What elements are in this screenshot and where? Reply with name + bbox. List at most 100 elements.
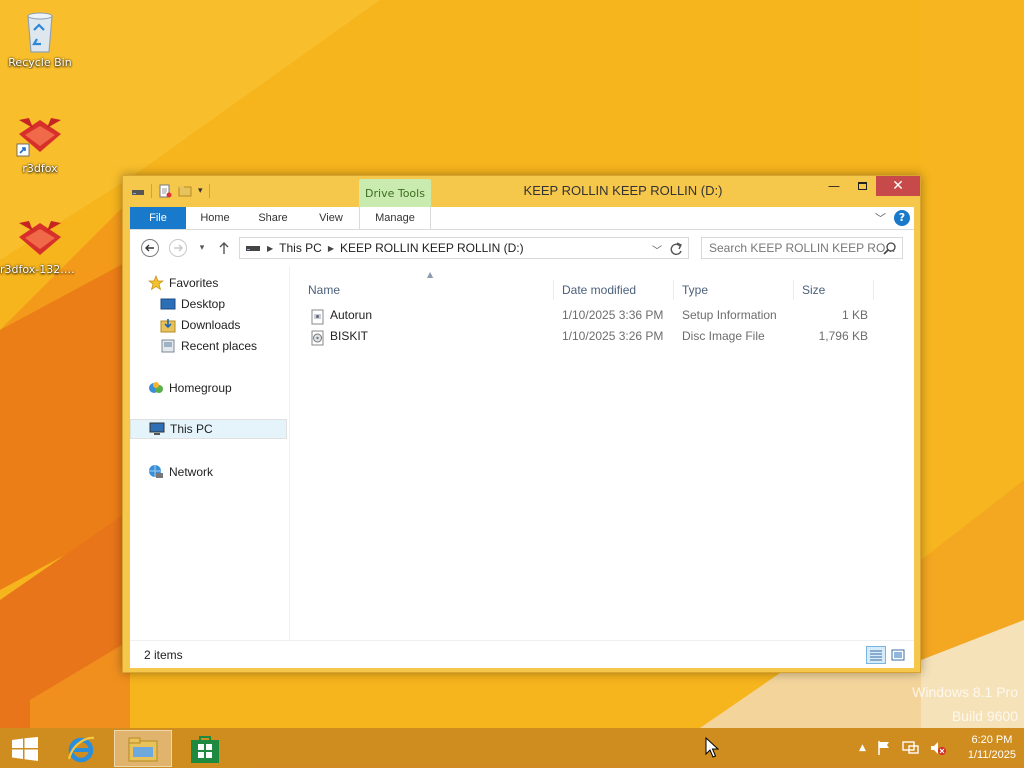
column-header-name[interactable]: Name: [300, 280, 554, 300]
setup-info-file-icon: [311, 309, 324, 325]
title-bar[interactable]: ▾ Drive Tools KEEP ROLLIN KEEP ROLLIN (D…: [123, 176, 920, 207]
status-bar: 2 items: [130, 640, 914, 668]
maximize-icon: [857, 182, 867, 190]
sort-ascending-icon: ▲: [427, 270, 434, 279]
column-header-date-modified[interactable]: Date modified: [554, 280, 674, 300]
nav-item-downloads[interactable]: Downloads: [160, 315, 240, 335]
column-header-type[interactable]: Type: [674, 280, 794, 300]
internet-explorer-icon: [67, 736, 95, 762]
qat-separator: [151, 184, 152, 198]
recycle-bin-label: Recycle Bin: [8, 56, 72, 69]
table-row[interactable]: Autorun 1/10/2025 3:36 PM Setup Informat…: [300, 305, 914, 325]
nav-label-homegroup: Homegroup: [169, 381, 232, 395]
help-icon[interactable]: ?: [894, 210, 910, 226]
close-icon: ✕: [892, 178, 904, 194]
file-size: 1,796 KB: [818, 329, 868, 343]
minimize-button[interactable]: —: [820, 176, 848, 196]
content-area: Favorites Desktop Downloads Recent place…: [130, 266, 914, 640]
nav-item-this-pc[interactable]: This PC: [130, 419, 287, 439]
nav-item-network[interactable]: Network: [148, 462, 213, 482]
back-button[interactable]: [140, 238, 160, 258]
nav-label-recent-places: Recent places: [181, 339, 258, 353]
search-input[interactable]: Search KEEP ROLLIN KEEP RO...: [701, 237, 903, 259]
nav-item-favorites[interactable]: Favorites: [148, 273, 218, 293]
file-date-modified: 1/10/2025 3:36 PM: [562, 308, 664, 322]
properties-icon[interactable]: [158, 184, 172, 198]
forward-button[interactable]: [168, 238, 188, 258]
forward-arrow-icon: [169, 239, 187, 257]
r3dfox-label: r3dfox: [22, 162, 58, 175]
breadcrumb-this-pc[interactable]: This PC: [279, 241, 322, 255]
network-status-icon[interactable]: [902, 740, 920, 756]
breadcrumb-separator-icon: ▶: [327, 243, 334, 253]
system-tray: ▲ 6:20 PM 1/11/2025: [859, 728, 1016, 768]
tab-home[interactable]: Home: [192, 207, 238, 229]
nav-item-recent-places[interactable]: Recent places: [160, 336, 257, 356]
search-icon: [883, 242, 896, 255]
back-arrow-icon: [141, 239, 159, 257]
nav-label-favorites: Favorites: [169, 276, 219, 290]
address-bar[interactable]: ▶ This PC ▶ KEEP ROLLIN KEEP ROLLIN (D:)…: [239, 237, 689, 259]
nav-label-downloads: Downloads: [181, 318, 241, 332]
drive-icon: [132, 190, 144, 195]
taskbar-internet-explorer[interactable]: [52, 730, 110, 767]
tab-file[interactable]: File: [130, 207, 186, 229]
window-title: KEEP ROLLIN KEEP ROLLIN (D:): [523, 183, 723, 198]
clock-time: 6:20 PM: [971, 734, 1013, 746]
recycle-bin-icon: [27, 12, 53, 53]
file-type: Disc Image File: [682, 329, 765, 343]
tab-share[interactable]: Share: [250, 207, 296, 229]
store-icon: [191, 735, 219, 763]
new-folder-icon[interactable]: [178, 184, 192, 198]
nav-item-homegroup[interactable]: Homegroup: [148, 378, 232, 398]
breadcrumb-current-drive[interactable]: KEEP ROLLIN KEEP ROLLIN (D:): [340, 241, 524, 255]
drive-tools-tab-group: Drive Tools: [359, 179, 431, 207]
r3dfox-installer-label: r3dfox-132.0...: [0, 263, 80, 276]
recent-locations-button[interactable]: ▾: [192, 238, 212, 258]
up-button[interactable]: [214, 238, 234, 258]
maximize-button[interactable]: [848, 176, 876, 196]
breadcrumb-separator-icon: ▶: [267, 243, 274, 253]
details-view-button[interactable]: [866, 646, 886, 664]
volume-muted-icon[interactable]: [930, 740, 946, 756]
address-history-icon[interactable]: ﹀: [652, 242, 662, 257]
navigation-bar: ▾ ▶ This PC ▶ KEEP ROLLIN KEEP ROLLIN (D…: [130, 230, 914, 266]
file-name: Autorun: [330, 308, 373, 322]
file-type: Setup Information: [682, 308, 777, 322]
network-icon: [149, 465, 163, 478]
details-view-icon: [870, 650, 882, 661]
nav-item-desktop[interactable]: Desktop: [160, 294, 225, 314]
tab-view[interactable]: View: [308, 207, 354, 229]
tab-manage[interactable]: Manage: [359, 207, 431, 229]
start-button[interactable]: [0, 730, 50, 767]
taskbar-store[interactable]: [176, 730, 234, 767]
navigation-pane: Favorites Desktop Downloads Recent place…: [130, 266, 290, 640]
qat-dropdown-icon[interactable]: ▾: [198, 186, 203, 196]
explorer-window: ▾ Drive Tools KEEP ROLLIN KEEP ROLLIN (D…: [122, 175, 921, 673]
quick-access-toolbar: ▾: [131, 184, 210, 198]
desktop-icon: [160, 298, 176, 310]
star-icon: [148, 275, 164, 291]
taskbar: ▲ 6:20 PM 1/11/2025: [0, 728, 1024, 768]
search-placeholder: Search KEEP ROLLIN KEEP RO...: [709, 241, 896, 255]
expand-ribbon-icon[interactable]: ﹀: [875, 210, 886, 226]
recent-places-icon: [161, 339, 175, 353]
column-header-size[interactable]: Size: [794, 280, 874, 300]
chevron-down-icon: ▾: [199, 243, 205, 253]
computer-icon: [149, 422, 165, 435]
table-row[interactable]: BISKIT 1/10/2025 3:26 PM Disc Image File…: [300, 326, 914, 346]
file-name: BISKIT: [330, 329, 369, 343]
taskbar-file-explorer[interactable]: [114, 730, 172, 767]
desktop-icon-r3dfox[interactable]: r3dfox: [0, 114, 80, 175]
qat-separator-2: [208, 184, 210, 198]
close-button[interactable]: ✕: [876, 176, 920, 196]
clock[interactable]: 6:20 PM 1/11/2025: [956, 733, 1016, 763]
show-hidden-icons-icon[interactable]: ▲: [859, 743, 866, 753]
desktop-icon-r3dfox-installer[interactable]: r3dfox-132.0...: [0, 217, 80, 276]
action-center-flag-icon[interactable]: [876, 740, 892, 756]
nav-label-desktop: Desktop: [181, 297, 226, 311]
large-icons-view-button[interactable]: [888, 646, 908, 664]
os-watermark-build: Build 9600: [951, 708, 1018, 724]
refresh-icon[interactable]: [666, 240, 686, 258]
desktop-icon-recycle-bin[interactable]: Recycle Bin: [0, 6, 80, 69]
